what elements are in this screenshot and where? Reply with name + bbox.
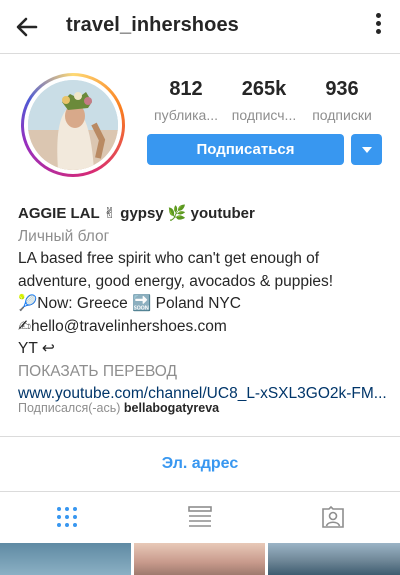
profile-full-name: AGGIE LAL ✌ gypsy 🌿 youtuber: [18, 205, 255, 222]
post-thumbnail[interactable]: [0, 543, 131, 575]
tab-grid[interactable]: [52, 502, 82, 532]
followed-by[interactable]: Подписался(-ась) bellabogatyreva: [18, 401, 219, 415]
followed-by-user: bellabogatyreva: [123, 401, 220, 415]
stat-label: публика...: [153, 107, 218, 123]
stat-value: 812: [169, 78, 203, 100]
stat-followers[interactable]: 265k подписч...: [226, 78, 302, 123]
bio-email: ✍hello@travelinhershoes.com: [18, 317, 227, 335]
profile-bio: AGGIE LAL ✌ gypsy 🌿 youtuber Личный блог…: [18, 203, 390, 406]
caret-down-icon: [361, 146, 372, 153]
list-icon: [188, 506, 212, 527]
tab-list[interactable]: [185, 502, 215, 532]
stat-value: 936: [325, 78, 359, 100]
stat-following[interactable]: 936 подписки: [304, 78, 380, 123]
profile-category: Личный блог: [18, 227, 110, 245]
stat-label: подписки: [312, 107, 372, 123]
vertical-dots-icon[interactable]: [372, 13, 384, 41]
followed-by-prefix: Подписался(-ась): [18, 401, 121, 415]
translate-link[interactable]: ПОКАЗАТЬ ПЕРЕВОД: [18, 361, 390, 384]
email-button[interactable]: Эл. адрес: [0, 437, 400, 491]
avatar: [28, 80, 118, 170]
tab-tagged[interactable]: [318, 502, 348, 532]
tagged-person-icon: [322, 505, 344, 528]
bio-line: 🎾Now: Greece 🔜 Poland NYC: [18, 295, 241, 312]
bio-line: YT ↩: [18, 340, 55, 357]
grid-icon: [57, 507, 77, 527]
top-bar: travel_inhershoes: [0, 0, 400, 54]
post-thumbnail[interactable]: [134, 543, 265, 575]
bio-line: adventure, good energy, avocados & puppi…: [18, 272, 334, 290]
story-avatar[interactable]: [21, 73, 125, 177]
stat-posts[interactable]: 812 публика...: [148, 78, 224, 123]
divider: [0, 491, 400, 492]
arrow-left-icon[interactable]: [12, 12, 42, 42]
bio-line: LA based free spirit who can't get enoug…: [18, 250, 320, 267]
post-thumbnail[interactable]: [268, 543, 400, 575]
follow-button[interactable]: Подписаться: [147, 134, 344, 165]
profile-username: travel_inhershoes: [66, 14, 239, 36]
stat-label: подписч...: [231, 107, 297, 123]
stat-value: 265k: [241, 78, 287, 100]
suggestions-dropdown-button[interactable]: [351, 134, 382, 165]
